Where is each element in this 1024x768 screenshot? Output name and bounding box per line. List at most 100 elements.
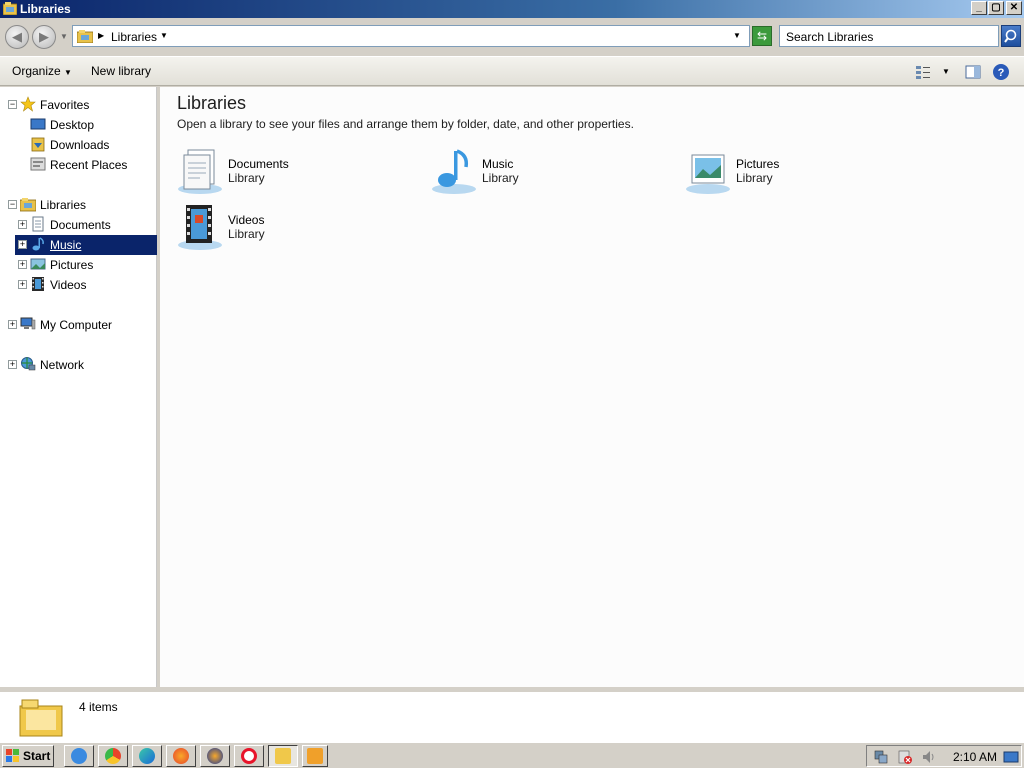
explorer-window: Libraries _ ▢ ✕ ◀ ▶ ▼ ▶ Libraries ▼ ▼ ⇆ …: [0, 0, 1024, 742]
documents-icon: [32, 216, 44, 232]
nav-favorites-item-recent-places[interactable]: Recent Places: [50, 155, 127, 175]
taskbar-opera-button[interactable]: [234, 745, 264, 767]
minimize-button[interactable]: _: [971, 1, 987, 15]
favorites-collapse-toggle[interactable]: −: [8, 100, 17, 109]
refresh-button[interactable]: ⇆: [752, 26, 772, 46]
taskbar-media-player-button[interactable]: [302, 745, 328, 767]
network-tray-icon[interactable]: [873, 749, 889, 765]
change-view-icon[interactable]: [914, 63, 932, 81]
security-alert-icon[interactable]: [897, 749, 913, 765]
libraries-collapse-toggle[interactable]: −: [8, 200, 17, 209]
nav-libraries-item-documents[interactable]: Documents: [50, 215, 111, 235]
libraries-folder-icon: [19, 699, 63, 737]
media-player-icon: [307, 748, 323, 764]
pictures-icon: [686, 154, 730, 194]
refresh-icon: ⇆: [756, 29, 768, 43]
taskbar-firefox-button[interactable]: [166, 745, 196, 767]
nav-favorites-item-desktop[interactable]: Desktop: [50, 115, 94, 135]
address-row: ◀ ▶ ▼ ▶ Libraries ▼ ▼ ⇆ Search Libraries: [0, 20, 1024, 54]
desktop-icon: [30, 118, 46, 130]
taskbar-explorer-button[interactable]: [268, 745, 298, 767]
help-icon[interactable]: ?: [992, 63, 1010, 81]
breadcrumb-separator-icon[interactable]: ▶: [98, 31, 104, 40]
taskbar-firefox-dev-button[interactable]: [200, 745, 230, 767]
library-music[interactable]: Music Library: [430, 147, 670, 201]
taskbar-chrome-button[interactable]: [98, 745, 128, 767]
back-button[interactable]: ◀: [5, 25, 29, 49]
forward-arrow-icon: ▶: [39, 29, 49, 44]
explorer-icon: [275, 748, 291, 764]
library-name: Videos: [228, 213, 265, 227]
music-expand-toggle[interactable]: +: [18, 240, 27, 249]
edge-icon: [139, 748, 155, 764]
nav-network[interactable]: Network: [40, 355, 84, 375]
taskbar-ie-button[interactable]: [64, 745, 94, 767]
view-options-dropdown-icon[interactable]: ▼: [942, 67, 950, 76]
svg-text:?: ?: [998, 67, 1005, 79]
library-name: Documents: [228, 157, 289, 171]
ie-icon: [71, 748, 87, 764]
clock[interactable]: 2:10 AM: [953, 750, 997, 764]
pictures-expand-toggle[interactable]: +: [18, 260, 27, 269]
libraries-folder-icon: [77, 30, 93, 43]
nav-libraries[interactable]: Libraries: [40, 195, 86, 215]
volume-icon[interactable]: [921, 749, 937, 765]
start-button[interactable]: Start: [2, 745, 54, 767]
library-pictures[interactable]: Pictures Library: [684, 147, 924, 201]
breadcrumb-dropdown-icon[interactable]: ▼: [160, 31, 168, 40]
windows-flag-icon: [6, 749, 19, 762]
organize-button[interactable]: Organize ▼: [12, 64, 72, 78]
taskbar: Start 2:10 AM: [0, 742, 1024, 768]
recent-pages-dropdown-icon[interactable]: ▼: [60, 32, 68, 41]
chevron-down-icon: ▼: [64, 68, 72, 77]
page-title: Libraries: [177, 93, 247, 113]
new-library-button[interactable]: New library: [91, 64, 151, 78]
recent-places-icon: [30, 157, 46, 171]
title-bar[interactable]: Libraries _ ▢ ✕: [0, 0, 1024, 18]
videos-expand-toggle[interactable]: +: [18, 280, 27, 289]
nav-favorites[interactable]: Favorites: [40, 95, 89, 115]
search-button[interactable]: [1001, 25, 1021, 47]
close-button[interactable]: ✕: [1006, 1, 1022, 15]
page-subtitle: Open a library to see your files and arr…: [177, 117, 634, 131]
preview-pane-icon[interactable]: [964, 63, 982, 81]
nav-favorites-item-downloads[interactable]: Downloads: [50, 135, 109, 155]
nav-my-computer[interactable]: My Computer: [40, 315, 112, 335]
library-kind: Library: [482, 171, 519, 185]
computer-expand-toggle[interactable]: +: [8, 320, 17, 329]
documents-expand-toggle[interactable]: +: [18, 220, 27, 229]
forward-button[interactable]: ▶: [32, 25, 56, 49]
search-input[interactable]: Search Libraries: [779, 25, 999, 47]
network-expand-toggle[interactable]: +: [8, 360, 17, 369]
nav-libraries-item-videos[interactable]: Videos: [50, 275, 86, 295]
videos-icon: [32, 277, 44, 291]
downloads-icon: [31, 137, 45, 152]
library-videos[interactable]: Videos Library: [176, 203, 416, 257]
taskbar-edge-button[interactable]: [132, 745, 162, 767]
address-bar[interactable]: ▶ Libraries ▼ ▼: [72, 25, 750, 47]
music-icon: [432, 149, 476, 194]
libraries-folder-icon: [20, 198, 36, 212]
favorites-star-icon: [20, 96, 36, 112]
show-desktop-icon[interactable]: [1003, 749, 1019, 765]
library-name: Pictures: [736, 157, 780, 171]
window-title: Libraries: [20, 2, 71, 16]
library-documents[interactable]: Documents Library: [176, 147, 416, 201]
maximize-button[interactable]: ▢: [988, 1, 1004, 15]
organize-label: Organize: [12, 64, 61, 78]
back-arrow-icon: ◀: [12, 29, 22, 44]
library-name: Music: [482, 157, 514, 171]
firefox-dev-icon: [207, 748, 223, 764]
videos-icon: [178, 205, 222, 250]
network-icon: [21, 357, 36, 371]
start-label: Start: [23, 749, 51, 763]
nav-libraries-item-music[interactable]: Music: [50, 235, 81, 255]
opera-icon: [241, 748, 257, 764]
music-note-icon: [32, 237, 44, 251]
address-history-dropdown-icon[interactable]: ▼: [733, 31, 741, 40]
item-count: 4 items: [79, 700, 118, 714]
pictures-icon: [30, 258, 46, 270]
breadcrumb-libraries[interactable]: Libraries: [111, 30, 157, 44]
nav-libraries-item-pictures[interactable]: Pictures: [50, 255, 93, 275]
navigation-pane: − Favorites Desktop Downloads Recent Pla…: [0, 87, 157, 687]
